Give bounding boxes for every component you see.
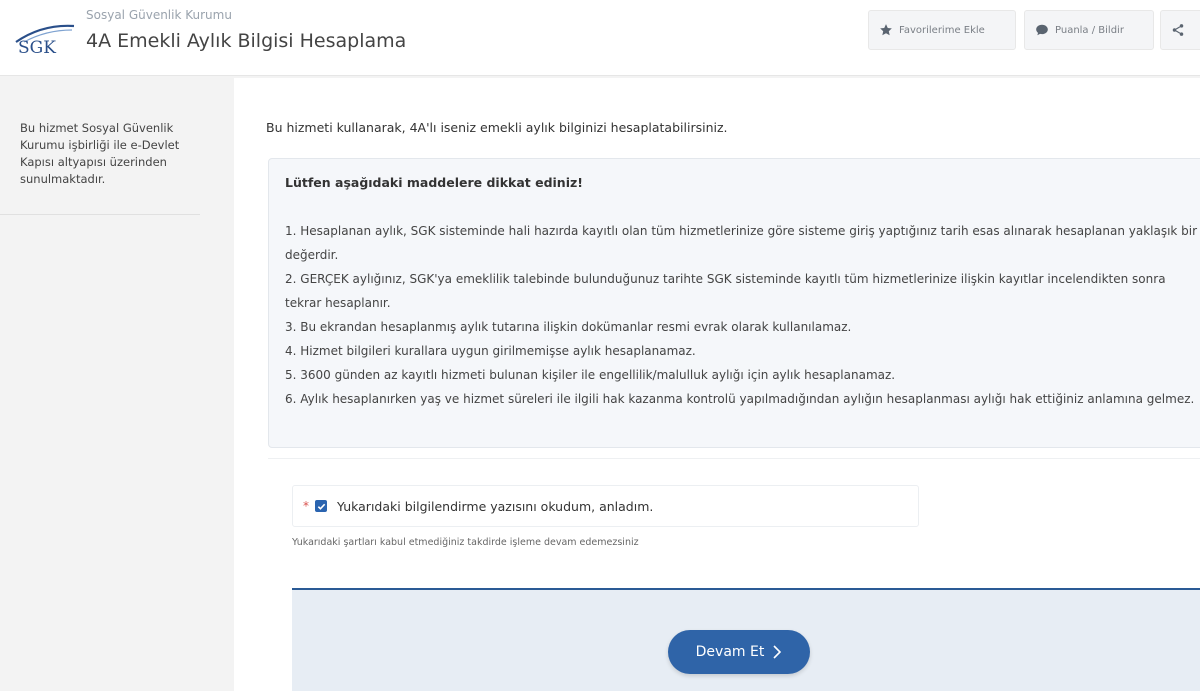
notice-item: 2. GERÇEK aylığınız, SGK'ya emeklilik ta…	[285, 272, 1166, 310]
notice-item: 3. Bu ekrandan hesaplanmış aylık tutarın…	[285, 320, 852, 334]
service-provider-info: Bu hizmet Sosyal Güvenlik Kurumu işbirli…	[20, 121, 180, 186]
action-bar: Devam Et	[292, 588, 1200, 691]
share-icon	[1172, 24, 1184, 36]
sidebar: Bu hizmet Sosyal Güvenlik Kurumu işbirli…	[0, 76, 232, 691]
speech-bubble-icon	[1036, 24, 1048, 36]
notice-item: 4. Hizmet bilgileri kurallara uygun giri…	[285, 344, 696, 358]
page-title: 4A Emekli Aylık Bilgisi Hesaplama	[86, 30, 407, 52]
sgk-logo[interactable]: SGK	[8, 14, 75, 58]
notice-item: 1. Hesaplanan aylık, SGK sisteminde hali…	[285, 224, 1198, 262]
notice-title: Lütfen aşağıdaki maddelere dikkat ediniz…	[285, 175, 583, 190]
header: SGK Sosyal Güvenlik Kurumu 4A Emekli Ayl…	[0, 0, 1200, 76]
acknowledge-row[interactable]: * Yukarıdaki bilgilendirme yazısını okud…	[292, 485, 919, 527]
notice-list: 1. Hesaplanan aylık, SGK sisteminde hali…	[285, 219, 1200, 411]
notice-item: 5. 3600 günden az kayıtlı hizmeti buluna…	[285, 368, 896, 382]
agreement-section: * Yukarıdaki bilgilendirme yazısını okud…	[268, 458, 1200, 593]
main-content: Bu hizmeti kullanarak, 4A'lı iseniz emek…	[234, 78, 1200, 691]
checkmark-icon	[317, 503, 325, 510]
logo-text: SGK	[18, 38, 56, 58]
notice-item: 6. Aylık hesaplanırken yaş ve hizmet sür…	[285, 392, 1195, 406]
acknowledge-checkbox[interactable]	[315, 500, 327, 512]
share-button[interactable]	[1160, 10, 1200, 50]
add-favorite-button[interactable]: Favorilerime Ekle	[868, 10, 1016, 50]
star-icon	[880, 24, 892, 36]
intro-text: Bu hizmeti kullanarak, 4A'lı iseniz emek…	[266, 120, 728, 135]
notice-panel: Lütfen aşağıdaki maddelere dikkat ediniz…	[268, 158, 1200, 448]
continue-button[interactable]: Devam Et	[668, 630, 810, 674]
rate-report-label: Puanla / Bildir	[1055, 24, 1124, 36]
chevron-right-icon	[773, 645, 782, 659]
acknowledge-label[interactable]: Yukarıdaki bilgilendirme yazısını okudum…	[337, 499, 653, 514]
continue-label: Devam Et	[695, 644, 765, 660]
sidebar-divider	[0, 214, 200, 215]
org-name: Sosyal Güvenlik Kurumu	[86, 8, 232, 22]
add-favorite-label: Favorilerime Ekle	[899, 24, 985, 36]
terms-hint: Yukarıdaki şartları kabul etmediğiniz ta…	[292, 537, 639, 548]
required-mark: *	[303, 499, 309, 513]
rate-report-button[interactable]: Puanla / Bildir	[1024, 10, 1154, 50]
